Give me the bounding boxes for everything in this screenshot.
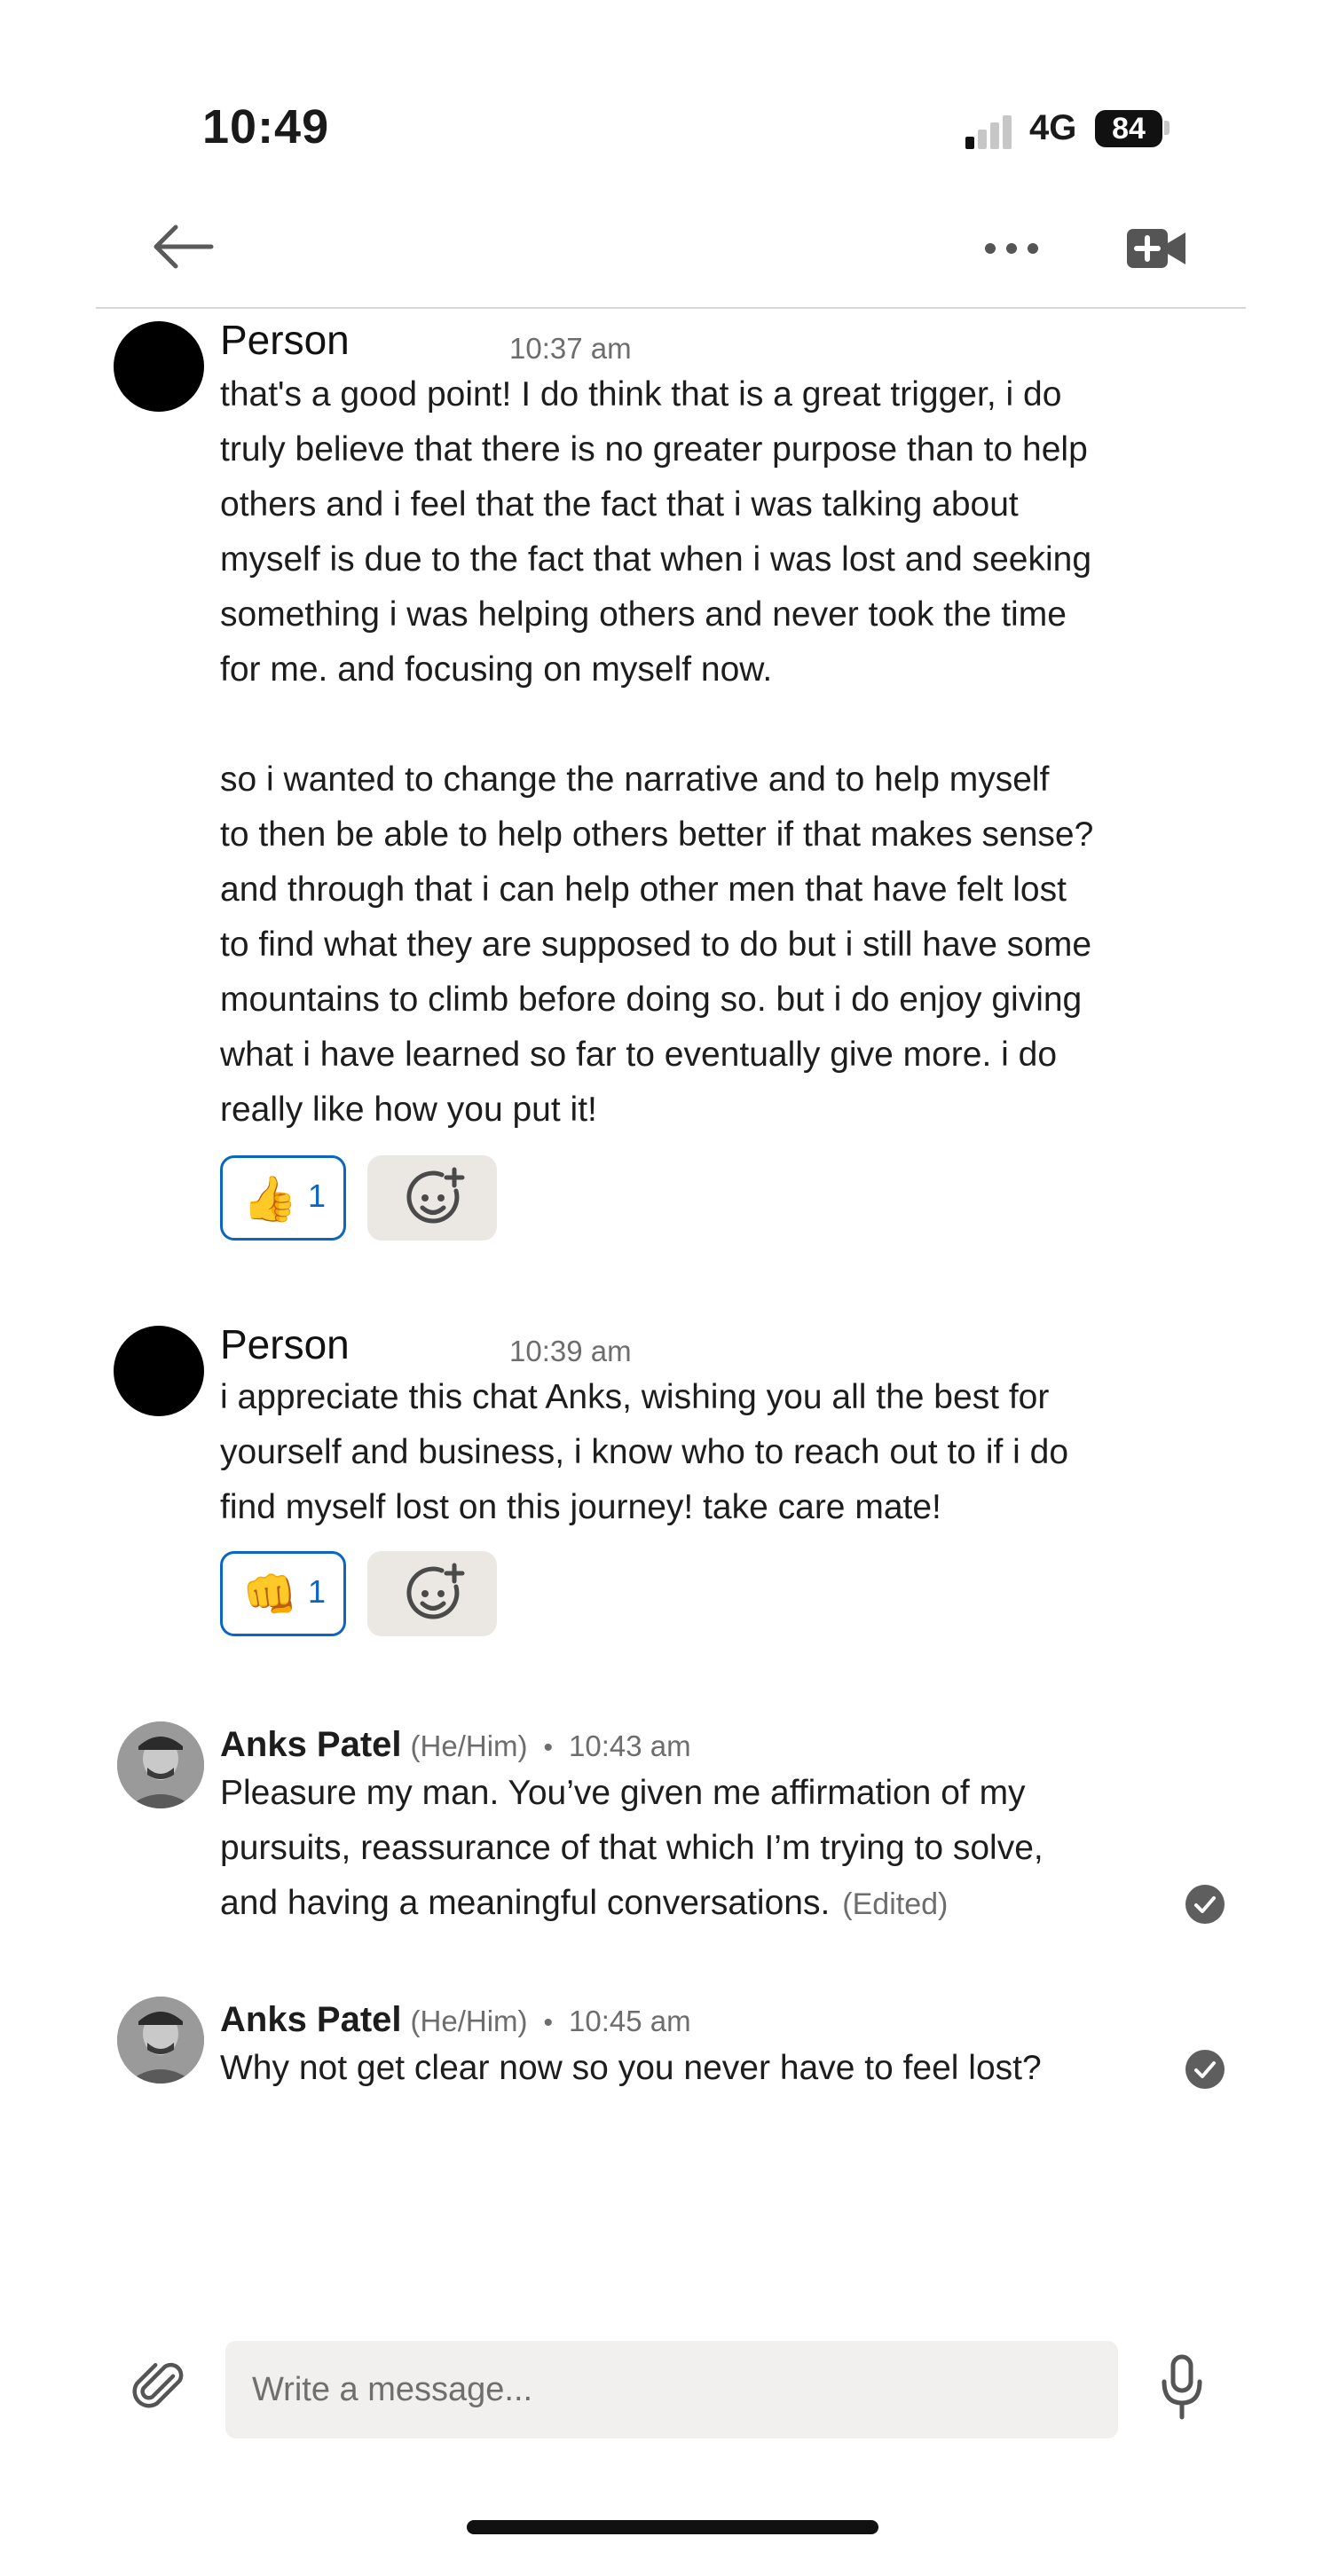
fist-bump-emoji: 👊	[242, 1570, 298, 1619]
sender-name[interactable]: Anks Patel	[220, 2000, 402, 2039]
sender-name[interactable]: Anks Patel	[220, 1725, 402, 1764]
arrow-left-icon[interactable]	[149, 220, 217, 273]
message-text: i appreciate this chat Anks, wishing you…	[220, 1378, 1069, 1526]
conversation-header	[96, 195, 1246, 309]
separator-dot: •	[543, 1733, 554, 1762]
message-time: 10:39 am	[509, 1335, 632, 1367]
message-text: that's a good point! I do think that is …	[220, 375, 1094, 1129]
sender-pronouns: (He/Him)	[410, 2005, 528, 2037]
reaction-chip[interactable]: 👍 1	[220, 1155, 346, 1241]
status-bar: 10:49 4G 84	[0, 0, 1331, 177]
message-text: Pleasure my man. You’ve given me affirma…	[220, 1766, 1178, 1932]
edited-label: (Edited)	[842, 1887, 949, 1921]
status-time: 10:49	[202, 100, 330, 154]
reaction-count: 1	[308, 1573, 327, 1610]
profile-photo	[117, 1721, 204, 1808]
video-call-add-icon[interactable]	[1125, 222, 1189, 275]
sender-header: Anks Patel (He/Him) • 10:43 am	[220, 1725, 691, 1765]
microphone-icon[interactable]	[1159, 2353, 1205, 2421]
profile-photo	[117, 1997, 204, 2084]
message-time: 10:43 am	[569, 1729, 691, 1762]
network-type: 4G	[1029, 108, 1077, 147]
add-reaction-button[interactable]	[367, 1551, 497, 1636]
message-input[interactable]	[225, 2341, 1118, 2438]
cellular-signal-icon	[965, 114, 1015, 149]
battery-tip	[1164, 121, 1170, 135]
message-time: 10:45 am	[569, 2005, 691, 2037]
sender-name[interactable]: Person	[220, 316, 350, 364]
reaction-count: 1	[308, 1178, 327, 1214]
ellipsis-icon[interactable]	[976, 231, 1047, 266]
separator-dot: •	[543, 2008, 554, 2037]
message-time: 10:37 am	[509, 332, 632, 365]
read-check-icon	[1185, 1885, 1225, 1924]
avatar[interactable]	[117, 1721, 204, 1808]
sender-header: Anks Patel (He/Him) • 10:45 am	[220, 2000, 691, 2040]
read-check-icon	[1185, 2050, 1225, 2089]
sender-pronouns: (He/Him)	[410, 1729, 528, 1762]
message-text: Why not get clear now so you never have …	[220, 2049, 1042, 2087]
avatar[interactable]	[114, 321, 204, 412]
add-reaction-button[interactable]	[367, 1155, 497, 1241]
add-emoji-icon	[406, 1167, 465, 1224]
reaction-chip[interactable]: 👊 1	[220, 1551, 346, 1636]
sender-name[interactable]: Person	[220, 1320, 350, 1368]
battery-icon: 84	[1095, 110, 1162, 147]
avatar[interactable]	[114, 1326, 204, 1416]
paperclip-icon[interactable]	[130, 2355, 192, 2417]
avatar[interactable]	[117, 1997, 204, 2084]
add-emoji-icon	[406, 1563, 465, 1619]
thumbs-up-emoji: 👍	[242, 1174, 298, 1224]
home-indicator[interactable]	[467, 2520, 878, 2534]
